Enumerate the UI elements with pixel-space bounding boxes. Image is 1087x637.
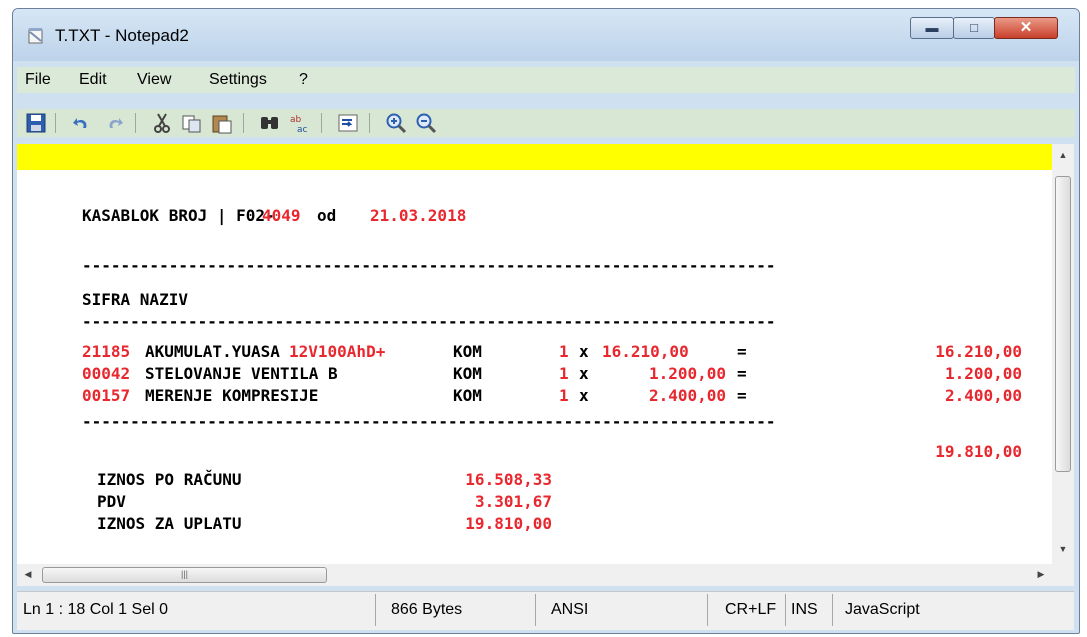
horizontal-scroll-thumb[interactable]: ||| — [42, 567, 327, 583]
scroll-left-icon[interactable]: ◀ — [17, 569, 39, 580]
item-x: x — [579, 386, 589, 405]
undo-icon[interactable] — [71, 112, 93, 134]
menu-help[interactable]: ? — [299, 71, 308, 89]
copy-icon[interactable] — [181, 112, 203, 134]
item-code: 00157 — [82, 386, 131, 405]
separator-line: ----------------------------------------… — [82, 312, 776, 331]
doc-od: od — [317, 206, 337, 225]
doc-header-label: KASABLOK BROJ | F02- — [82, 206, 275, 225]
status-scheme[interactable]: JavaScript — [845, 601, 920, 619]
save-icon[interactable] — [25, 112, 47, 134]
column-header: SIFRA NAZIV — [82, 290, 188, 309]
summary-label: PDV — [97, 492, 126, 511]
item-code: 21185 — [82, 342, 131, 361]
summary-label: IZNOS PO RAČUNU — [97, 470, 242, 489]
svg-text:ab: ab — [290, 115, 302, 125]
close-button[interactable]: ✕ — [994, 17, 1058, 39]
status-insert-mode: INS — [791, 601, 818, 618]
cut-icon[interactable] — [151, 112, 173, 134]
minimize-icon: ▬ — [925, 20, 939, 35]
item-total: 16.210,00 — [935, 342, 1022, 361]
replace-icon[interactable]: ab ac — [289, 112, 311, 134]
item-price: 2.400,00 — [648, 386, 726, 405]
toolbar: ab ac — [17, 109, 1075, 137]
item-unit: KOM — [453, 364, 482, 383]
item-x: x — [579, 364, 589, 383]
summary-value: 3.301,67 — [474, 492, 552, 511]
item-eq: = — [737, 364, 747, 383]
item-total: 2.400,00 — [944, 386, 1022, 405]
vertical-scrollbar[interactable]: ▲ ▼ — [1052, 144, 1074, 564]
wordwrap-icon[interactable] — [337, 112, 359, 134]
menu-view[interactable]: View — [137, 71, 171, 89]
svg-text:ac: ac — [297, 125, 308, 134]
menu-bar: File Edit View Settings ? — [17, 67, 1075, 93]
item-name: MERENJE KOMPRESIJE — [145, 386, 319, 405]
title-bar[interactable]: T.TXT - Notepad2 ▬ □ ✕ — [13, 9, 1079, 61]
zoom-in-icon[interactable] — [385, 112, 407, 134]
item-spec: 12V100AhD+ — [289, 342, 386, 361]
separator-line: ----------------------------------------… — [82, 256, 776, 275]
doc-number: 4049 — [262, 206, 301, 225]
item-price: 16.210,00 — [602, 342, 689, 361]
status-position: Ln 1 : 18 Col 1 Sel 0 — [23, 601, 168, 618]
grand-total: 19.810,00 — [935, 442, 1022, 461]
window-title: T.TXT - Notepad2 — [55, 26, 189, 45]
scroll-up-icon[interactable]: ▲ — [1052, 150, 1074, 160]
maximize-button[interactable]: □ — [953, 17, 995, 39]
menu-settings[interactable]: Settings — [209, 71, 267, 89]
close-icon: ✕ — [1019, 19, 1033, 36]
menu-file[interactable]: File — [25, 71, 51, 89]
summary-value: 16.508,33 — [465, 470, 552, 489]
item-name: AKUMULAT.YUASA — [145, 342, 280, 361]
current-line-highlight — [17, 144, 1052, 170]
separator-line: ----------------------------------------… — [82, 412, 776, 431]
notepad-icon — [28, 28, 43, 44]
notepad2-window: T.TXT - Notepad2 ▬ □ ✕ File Edit View Se… — [12, 8, 1080, 634]
paste-icon[interactable] — [211, 112, 233, 134]
menu-edit[interactable]: Edit — [79, 71, 107, 89]
item-unit: KOM — [453, 342, 482, 361]
item-eq: = — [737, 386, 747, 405]
status-bar: Ln 1 : 18 Col 1 Sel 0 866 Bytes ANSI CR+… — [17, 591, 1074, 630]
item-x: x — [579, 342, 589, 361]
summary-label: IZNOS ZA UPLATU — [97, 514, 242, 533]
zoom-out-icon[interactable] — [415, 112, 437, 134]
item-qty: 1 — [559, 386, 569, 405]
status-size: 866 Bytes — [391, 601, 463, 618]
status-encoding[interactable]: ANSI — [551, 601, 588, 619]
item-unit: KOM — [453, 386, 482, 405]
scroll-right-icon[interactable]: ▶ — [1030, 569, 1052, 580]
find-icon[interactable] — [259, 112, 281, 134]
scrollbar-corner — [1052, 564, 1074, 586]
item-total: 1.200,00 — [944, 364, 1022, 383]
horizontal-scrollbar[interactable]: ◀ ||| ▶ — [17, 564, 1052, 586]
vertical-scroll-thumb[interactable] — [1055, 176, 1071, 472]
status-eol[interactable]: CR+LF — [725, 601, 776, 619]
text-editor[interactable]: KASABLOK BROJ | F02- 4049 od 21.03.2018 … — [17, 144, 1052, 564]
scroll-down-icon[interactable]: ▼ — [1052, 544, 1074, 554]
maximize-icon: □ — [970, 20, 978, 35]
item-eq: = — [737, 342, 747, 361]
item-price: 1.200,00 — [648, 364, 726, 383]
summary-value: 19.810,00 — [465, 514, 552, 533]
redo-icon[interactable] — [103, 112, 125, 134]
minimize-button[interactable]: ▬ — [910, 17, 954, 39]
item-name: STELOVANJE VENTILA B — [145, 364, 338, 383]
item-qty: 1 — [559, 364, 569, 383]
doc-date: 21.03.2018 — [370, 206, 467, 225]
item-qty: 1 — [559, 342, 569, 361]
item-code: 00042 — [82, 364, 131, 383]
